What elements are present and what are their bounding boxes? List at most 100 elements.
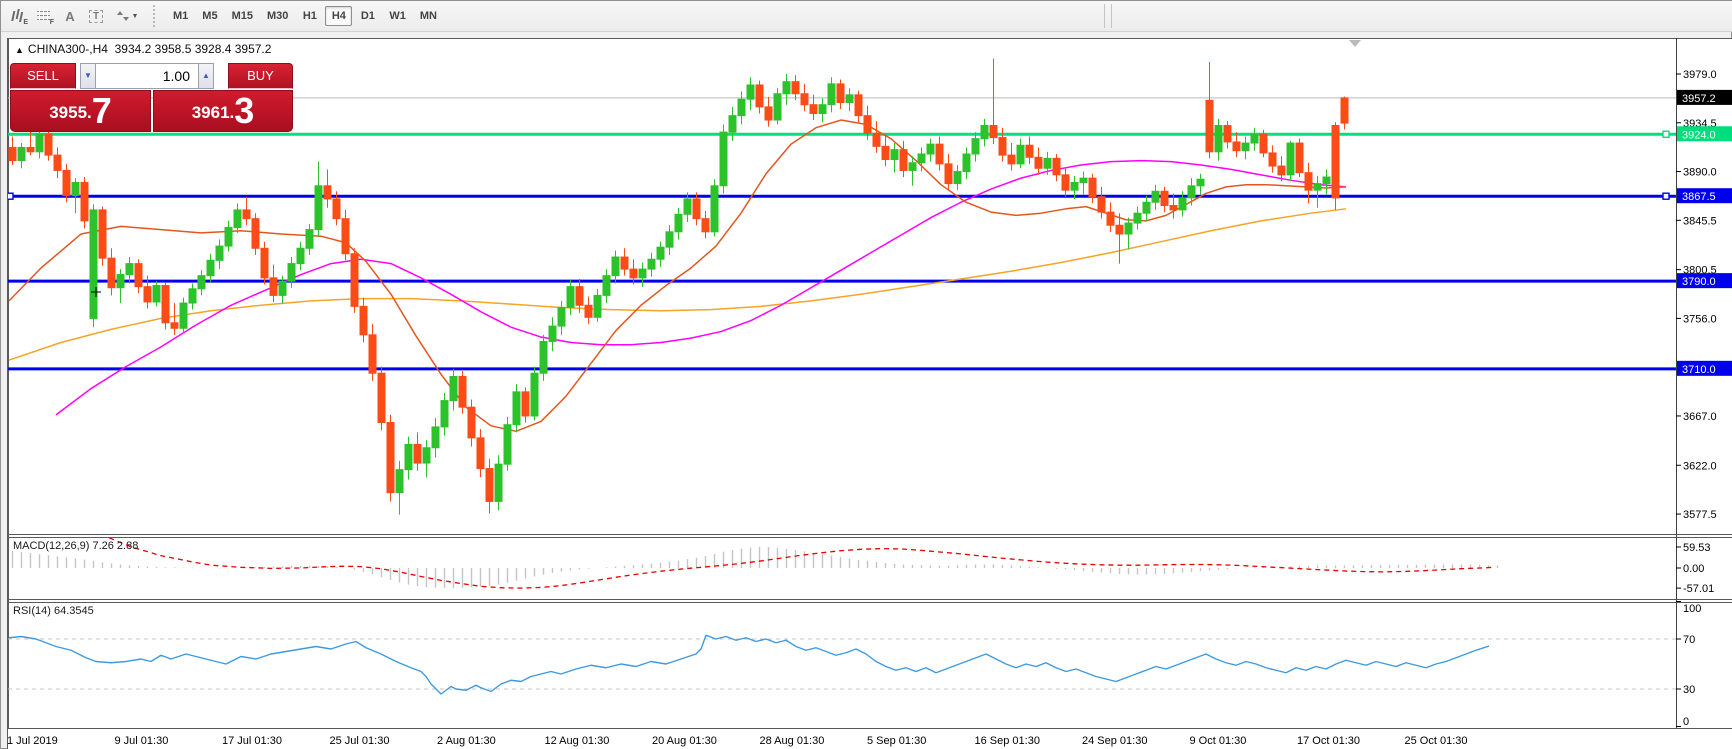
sell-price-panel[interactable]: 3955.7: [10, 90, 151, 132]
candle-body: [873, 133, 880, 146]
candle: [1188, 178, 1195, 205]
candle-body: [711, 186, 718, 232]
candle: [810, 95, 817, 120]
candle-body: [108, 258, 115, 288]
sell-button[interactable]: SELL: [10, 63, 76, 89]
candle-body: [783, 82, 790, 94]
candle-body: [1332, 126, 1339, 198]
candle: [603, 269, 610, 303]
rsi-tick-label: 70: [1683, 634, 1695, 646]
time-label: 1 Jul 2019: [7, 735, 58, 747]
candle: [135, 259, 142, 293]
candle-body: [324, 186, 331, 199]
buy-price-main: 3961.: [192, 98, 235, 128]
candle-body: [1134, 213, 1141, 223]
buy-price-panel[interactable]: 3961.3: [153, 90, 293, 132]
line-anchor-square: [1663, 193, 1669, 199]
candle-body: [396, 470, 403, 493]
candle-body: [1215, 126, 1222, 152]
collapse-arrow-icon[interactable]: ▲: [15, 45, 24, 55]
time-label: 9 Oct 01:30: [1190, 735, 1247, 747]
rsi-tick-label: 100: [1683, 603, 1701, 615]
candle-body: [936, 144, 943, 164]
price-badge-text: 3710.0: [1682, 364, 1716, 376]
candle: [180, 298, 187, 333]
candle-body: [297, 248, 304, 263]
candle-body: [378, 373, 385, 422]
candle: [648, 253, 655, 277]
candle-body: [756, 85, 763, 107]
candle: [1134, 207, 1141, 230]
candle: [819, 98, 826, 122]
candle: [450, 369, 457, 411]
candle-body: [837, 84, 844, 103]
candle: [1332, 122, 1339, 210]
candle-body: [1125, 223, 1132, 234]
candle: [1035, 147, 1042, 174]
candle-body: [549, 326, 556, 341]
candle-body: [1305, 173, 1312, 191]
candle: [1089, 174, 1096, 204]
volume-increase-button[interactable]: ▲: [199, 63, 214, 89]
candle-body: [846, 95, 853, 103]
candle: [1314, 176, 1321, 208]
price-badge-text: 3957.2: [1682, 93, 1716, 105]
chart-title: ▲CHINA300-,H4 3934.2 3958.5 3928.4 3957.…: [15, 42, 271, 56]
candle: [189, 283, 196, 309]
candle: [549, 317, 556, 351]
candle-body: [387, 423, 394, 493]
candle-body: [36, 134, 43, 152]
candle-body: [450, 376, 457, 400]
candle-body: [189, 289, 196, 303]
candle: [1107, 202, 1114, 232]
candle: [99, 207, 106, 266]
candle: [972, 132, 979, 162]
candle-body: [738, 99, 745, 115]
candle: [342, 210, 349, 260]
candle-body: [927, 144, 934, 154]
candle: [900, 141, 907, 177]
candle-body: [855, 95, 862, 116]
candle: [873, 121, 880, 153]
buy-button[interactable]: BUY: [228, 63, 293, 89]
candle-body: [486, 469, 493, 502]
candle-body: [819, 105, 826, 114]
candle-body: [414, 444, 421, 463]
candle: [1053, 154, 1060, 181]
candle: [639, 263, 646, 287]
candle-body: [1188, 186, 1195, 198]
candle: [1206, 62, 1213, 158]
candle: [468, 400, 475, 447]
candle-body: [693, 199, 700, 219]
time-label: 5 Sep 01:30: [867, 735, 926, 747]
candle-body: [981, 126, 988, 139]
candle: [585, 296, 592, 323]
candle-body: [180, 303, 187, 328]
buy-price-pip: 3: [234, 94, 254, 128]
candle-body: [1107, 212, 1114, 225]
price-badge: 3710.0: [1677, 361, 1732, 376]
candle-body: [882, 146, 889, 159]
rsi-tick-label: 0: [1683, 716, 1689, 728]
candle: [1251, 128, 1258, 151]
price-tick-label: 3890.0: [1683, 167, 1717, 179]
candle: [54, 147, 61, 178]
volume-decrease-button[interactable]: ▼: [80, 63, 95, 89]
candle-body: [639, 269, 646, 278]
candle: [954, 165, 961, 190]
candle-body: [261, 248, 268, 278]
candle: [387, 415, 394, 502]
time-label: 12 Aug 01:30: [545, 735, 610, 747]
candle-body: [774, 94, 781, 120]
candle: [747, 77, 754, 110]
candle: [675, 208, 682, 240]
candle-body: [945, 164, 952, 184]
candle-body: [1251, 134, 1258, 143]
candle: [459, 371, 466, 414]
time-label: 25 Jul 01:30: [330, 735, 390, 747]
candle-body: [1278, 166, 1285, 175]
candle: [90, 204, 97, 327]
candle: [927, 139, 934, 162]
candle: [504, 417, 511, 471]
volume-input[interactable]: [95, 63, 199, 89]
